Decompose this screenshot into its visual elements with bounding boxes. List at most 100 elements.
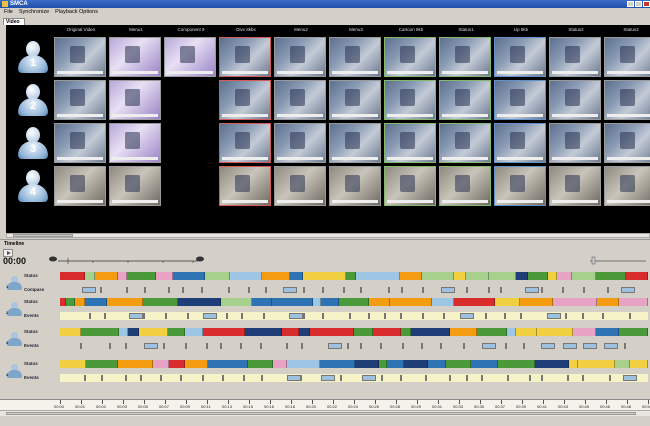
status-segment[interactable] xyxy=(95,272,118,280)
video-thumbnail[interactable] xyxy=(549,166,601,206)
status-segment[interactable] xyxy=(60,360,86,368)
event-marker[interactable] xyxy=(507,375,509,381)
time-ruler[interactable]: 00:00 00:01 00:02 00:03 00:05 00:07 00:09 00:11… xyxy=(0,399,650,410)
video-thumbnail[interactable] xyxy=(384,80,436,120)
event-marker[interactable] xyxy=(609,375,611,381)
status-segment[interactable] xyxy=(290,272,303,280)
event-marker[interactable] xyxy=(287,375,301,381)
event-marker[interactable] xyxy=(144,287,146,293)
status-track[interactable] xyxy=(60,272,648,280)
status-segment[interactable] xyxy=(272,298,313,306)
event-marker[interactable] xyxy=(328,343,342,349)
event-marker[interactable] xyxy=(466,287,468,293)
event-marker[interactable] xyxy=(505,343,507,349)
event-marker[interactable] xyxy=(441,287,455,293)
event-marker[interactable] xyxy=(321,375,335,381)
event-marker[interactable] xyxy=(440,343,442,349)
video-horizontal-scrollbar[interactable] xyxy=(6,233,650,238)
status-segment[interactable] xyxy=(310,328,354,336)
status-segment[interactable] xyxy=(221,298,252,306)
status-segment[interactable] xyxy=(118,360,153,368)
event-marker[interactable] xyxy=(80,343,82,349)
status-segment[interactable] xyxy=(85,272,95,280)
video-thumbnail[interactable] xyxy=(109,37,161,77)
status-segment[interactable] xyxy=(489,272,516,280)
event-marker[interactable] xyxy=(583,343,597,349)
event-marker[interactable] xyxy=(261,375,263,381)
video-thumbnail[interactable] xyxy=(329,37,381,77)
video-thumbnail[interactable] xyxy=(604,80,650,120)
status-segment[interactable] xyxy=(185,360,208,368)
event-marker[interactable] xyxy=(582,313,584,319)
event-marker[interactable] xyxy=(241,313,243,319)
video-thumbnail[interactable] xyxy=(109,80,161,120)
status-segment[interactable] xyxy=(153,360,169,368)
maximize-icon[interactable] xyxy=(635,1,642,7)
event-marker[interactable] xyxy=(100,287,102,293)
event-marker[interactable] xyxy=(125,375,127,381)
event-marker[interactable] xyxy=(488,287,490,293)
status-segment[interactable] xyxy=(597,298,619,306)
status-segment[interactable] xyxy=(86,360,118,368)
event-marker[interactable] xyxy=(286,343,288,349)
video-thumbnail[interactable] xyxy=(439,37,491,77)
event-marker[interactable] xyxy=(384,313,386,319)
status-segment[interactable] xyxy=(287,360,320,368)
event-marker[interactable] xyxy=(360,287,362,293)
event-marker[interactable] xyxy=(125,343,127,349)
video-thumbnail[interactable] xyxy=(549,37,601,77)
video-thumbnail[interactable] xyxy=(494,166,546,206)
status-segment[interactable] xyxy=(262,272,290,280)
event-marker[interactable] xyxy=(263,313,265,319)
event-marker[interactable] xyxy=(629,313,631,319)
video-thumbnail[interactable] xyxy=(604,166,650,206)
status-segment[interactable] xyxy=(85,298,107,306)
event-marker[interactable] xyxy=(443,313,445,319)
status-segment[interactable] xyxy=(548,272,557,280)
event-marker[interactable] xyxy=(349,313,351,319)
status-segment[interactable] xyxy=(516,272,528,280)
menu-playback-options[interactable]: Playback Options xyxy=(55,8,98,17)
event-marker[interactable] xyxy=(541,287,543,293)
event-marker[interactable] xyxy=(541,375,543,381)
status-segment[interactable] xyxy=(299,328,310,336)
video-thumbnail[interactable] xyxy=(439,80,491,120)
status-segment[interactable] xyxy=(516,328,537,336)
event-marker[interactable] xyxy=(602,313,604,319)
video-thumbnail[interactable] xyxy=(219,166,271,206)
event-marker[interactable] xyxy=(165,313,167,319)
event-marker[interactable] xyxy=(523,343,525,349)
events-track[interactable] xyxy=(60,286,648,294)
event-marker[interactable] xyxy=(228,287,230,293)
event-marker[interactable] xyxy=(301,343,303,349)
event-marker[interactable] xyxy=(402,343,404,349)
status-segment[interactable] xyxy=(454,298,495,306)
event-marker[interactable] xyxy=(144,343,158,349)
event-marker[interactable] xyxy=(520,313,522,319)
event-marker[interactable] xyxy=(126,287,128,293)
event-marker[interactable] xyxy=(388,287,390,293)
status-segment[interactable] xyxy=(339,298,369,306)
status-segment[interactable] xyxy=(404,360,428,368)
status-segment[interactable] xyxy=(495,298,520,306)
status-segment[interactable] xyxy=(498,360,535,368)
status-segment[interactable] xyxy=(230,272,262,280)
video-thumbnail[interactable] xyxy=(494,37,546,77)
events-track[interactable] xyxy=(60,312,648,320)
status-track[interactable] xyxy=(60,298,648,306)
event-marker[interactable] xyxy=(368,313,370,319)
event-marker[interactable] xyxy=(567,375,569,381)
status-segment[interactable] xyxy=(619,298,648,306)
event-marker[interactable] xyxy=(104,313,106,319)
video-thumbnail[interactable] xyxy=(219,123,271,163)
status-segment[interactable] xyxy=(248,360,273,368)
zoom-slider[interactable] xyxy=(590,252,646,265)
event-marker[interactable] xyxy=(201,287,203,293)
status-segment[interactable] xyxy=(75,298,85,306)
video-thumbnail[interactable] xyxy=(109,123,161,163)
status-segment[interactable] xyxy=(356,272,400,280)
video-thumbnail[interactable] xyxy=(439,123,491,163)
status-segment[interactable] xyxy=(185,328,203,336)
event-marker[interactable] xyxy=(562,287,564,293)
status-segment[interactable] xyxy=(354,328,373,336)
